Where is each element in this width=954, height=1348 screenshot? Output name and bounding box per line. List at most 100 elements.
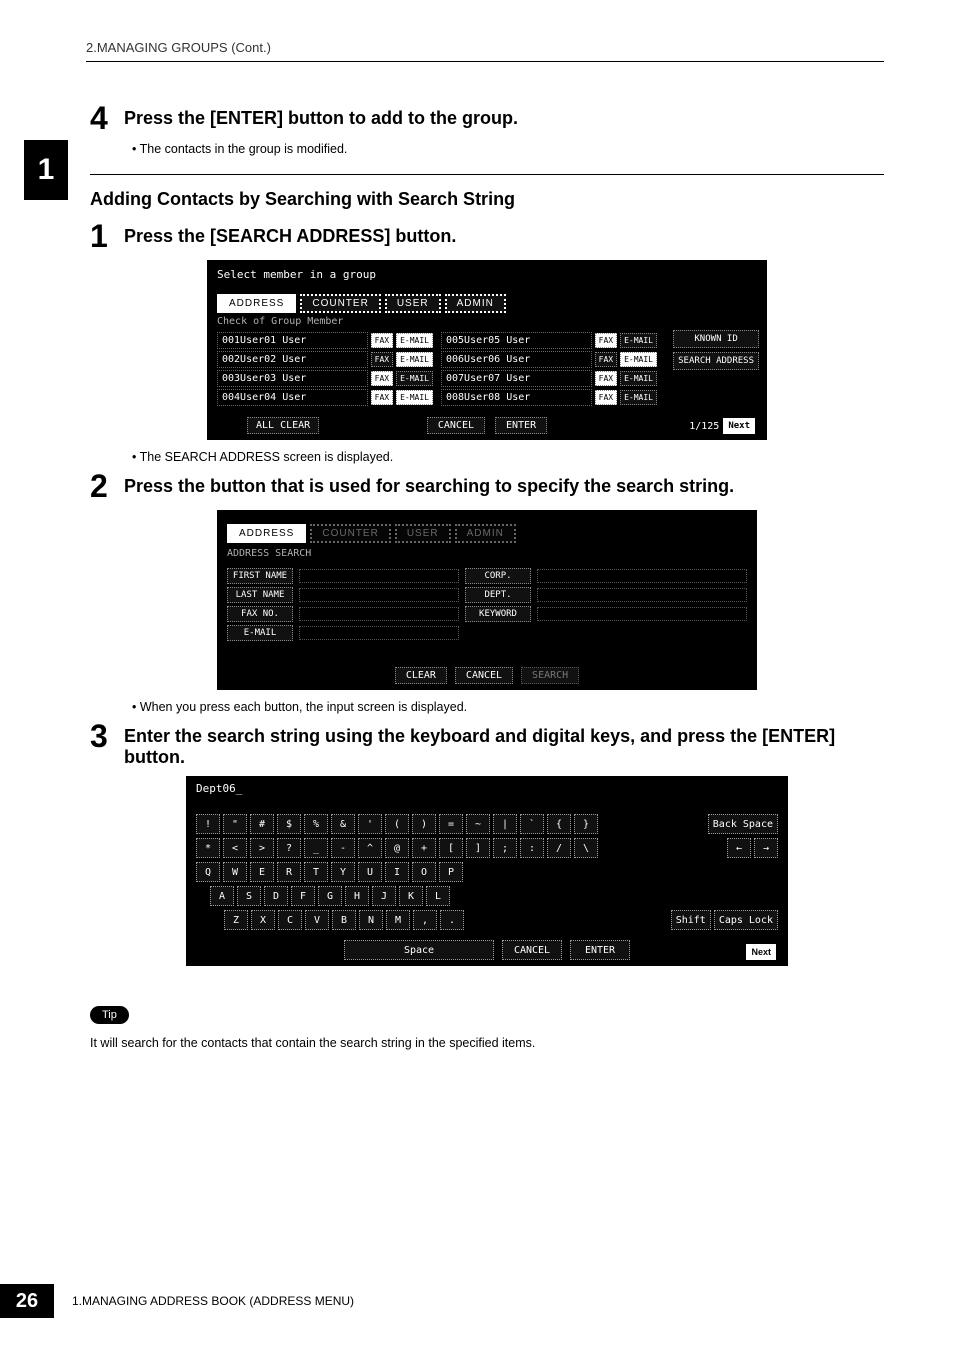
key[interactable]: } bbox=[574, 814, 598, 834]
email-field-button[interactable]: E-MAIL bbox=[227, 625, 293, 641]
key[interactable]: L bbox=[426, 886, 450, 906]
key[interactable]: I bbox=[385, 862, 409, 882]
key[interactable]: < bbox=[223, 838, 247, 858]
email-toggle[interactable]: E-MAIL bbox=[620, 371, 657, 386]
next-button[interactable]: Next bbox=[746, 944, 776, 960]
key[interactable]: R bbox=[277, 862, 301, 882]
key[interactable]: . bbox=[440, 910, 464, 930]
key[interactable]: = bbox=[439, 814, 463, 834]
key[interactable]: B bbox=[332, 910, 356, 930]
email-toggle[interactable]: E-MAIL bbox=[620, 352, 657, 367]
last-name-input[interactable] bbox=[299, 588, 459, 602]
cancel-button[interactable]: CANCEL bbox=[427, 417, 485, 434]
fax-toggle[interactable]: FAX bbox=[595, 352, 617, 367]
right-arrow-key[interactable]: → bbox=[754, 838, 778, 858]
key[interactable]: / bbox=[547, 838, 571, 858]
key[interactable]: _ bbox=[304, 838, 328, 858]
key[interactable]: X bbox=[251, 910, 275, 930]
list-item[interactable]: 006User06 UserFAXE-MAIL bbox=[441, 351, 657, 368]
key[interactable]: H bbox=[345, 886, 369, 906]
keyword-field-button[interactable]: KEYWORD bbox=[465, 606, 531, 622]
last-name-field-button[interactable]: LAST NAME bbox=[227, 587, 293, 603]
key[interactable]: F bbox=[291, 886, 315, 906]
fax-toggle[interactable]: FAX bbox=[371, 390, 393, 405]
list-item[interactable]: 003User03 UserFAXE-MAIL bbox=[217, 370, 433, 387]
cancel-button[interactable]: CANCEL bbox=[455, 667, 513, 684]
key[interactable]: A bbox=[210, 886, 234, 906]
enter-button[interactable]: ENTER bbox=[495, 417, 547, 434]
key[interactable]: ~ bbox=[466, 814, 490, 834]
key[interactable]: > bbox=[250, 838, 274, 858]
email-toggle[interactable]: E-MAIL bbox=[620, 333, 657, 348]
capslock-key[interactable]: Caps Lock bbox=[714, 910, 778, 930]
space-key[interactable]: Space bbox=[344, 940, 494, 960]
key[interactable]: , bbox=[413, 910, 437, 930]
key[interactable]: ( bbox=[385, 814, 409, 834]
list-item[interactable]: 005User05 UserFAXE-MAIL bbox=[441, 332, 657, 349]
fax-toggle[interactable]: FAX bbox=[371, 352, 393, 367]
key[interactable]: O bbox=[412, 862, 436, 882]
fax-toggle[interactable]: FAX bbox=[371, 371, 393, 386]
email-toggle[interactable]: E-MAIL bbox=[396, 352, 433, 367]
key[interactable]: C bbox=[278, 910, 302, 930]
dept-input[interactable] bbox=[537, 588, 747, 602]
key[interactable]: G bbox=[318, 886, 342, 906]
corp-input[interactable] bbox=[537, 569, 747, 583]
key[interactable]: \ bbox=[574, 838, 598, 858]
key[interactable]: D bbox=[264, 886, 288, 906]
key[interactable]: % bbox=[304, 814, 328, 834]
key[interactable]: T bbox=[304, 862, 328, 882]
key[interactable]: { bbox=[547, 814, 571, 834]
key[interactable]: E bbox=[250, 862, 274, 882]
list-item[interactable]: 001User01 UserFAXE-MAIL bbox=[217, 332, 433, 349]
left-arrow-key[interactable]: ← bbox=[727, 838, 751, 858]
search-address-button[interactable]: SEARCH ADDRESS bbox=[673, 352, 759, 370]
first-name-input[interactable] bbox=[299, 569, 459, 583]
list-item[interactable]: 004User04 UserFAXE-MAIL bbox=[217, 389, 433, 406]
fax-toggle[interactable]: FAX bbox=[595, 371, 617, 386]
key[interactable]: Q bbox=[196, 862, 220, 882]
list-item[interactable]: 008User08 UserFAXE-MAIL bbox=[441, 389, 657, 406]
enter-button[interactable]: ENTER bbox=[570, 940, 630, 960]
search-button[interactable]: SEARCH bbox=[521, 667, 579, 684]
key[interactable]: + bbox=[412, 838, 436, 858]
shift-key[interactable]: Shift bbox=[671, 910, 711, 930]
key[interactable]: ^ bbox=[358, 838, 382, 858]
fax-no-field-button[interactable]: FAX NO. bbox=[227, 606, 293, 622]
clear-button[interactable]: CLEAR bbox=[395, 667, 447, 684]
tab-admin[interactable]: ADMIN bbox=[445, 294, 506, 313]
fax-toggle[interactable]: FAX bbox=[595, 333, 617, 348]
key[interactable]: J bbox=[372, 886, 396, 906]
key[interactable]: * bbox=[196, 838, 220, 858]
email-toggle[interactable]: E-MAIL bbox=[396, 390, 433, 405]
email-input[interactable] bbox=[299, 626, 459, 640]
list-item[interactable]: 002User02 UserFAXE-MAIL bbox=[217, 351, 433, 368]
key[interactable]: U bbox=[358, 862, 382, 882]
email-toggle[interactable]: E-MAIL bbox=[396, 371, 433, 386]
key[interactable]: " bbox=[223, 814, 247, 834]
key[interactable]: ? bbox=[277, 838, 301, 858]
key[interactable]: ' bbox=[358, 814, 382, 834]
email-toggle[interactable]: E-MAIL bbox=[396, 333, 433, 348]
tab-address[interactable]: ADDRESS bbox=[217, 294, 296, 313]
key[interactable]: ; bbox=[493, 838, 517, 858]
keyword-input[interactable] bbox=[537, 607, 747, 621]
key[interactable]: S bbox=[237, 886, 261, 906]
key[interactable]: P bbox=[439, 862, 463, 882]
key[interactable]: ) bbox=[412, 814, 436, 834]
key[interactable]: M bbox=[386, 910, 410, 930]
email-toggle[interactable]: E-MAIL bbox=[620, 390, 657, 405]
corp-field-button[interactable]: CORP. bbox=[465, 568, 531, 584]
tab-address[interactable]: ADDRESS bbox=[227, 524, 306, 543]
tab-counter[interactable]: COUNTER bbox=[300, 294, 380, 313]
key[interactable]: V bbox=[305, 910, 329, 930]
key[interactable]: | bbox=[493, 814, 517, 834]
fax-toggle[interactable]: FAX bbox=[371, 333, 393, 348]
key[interactable]: - bbox=[331, 838, 355, 858]
key[interactable]: ! bbox=[196, 814, 220, 834]
backspace-key[interactable]: Back Space bbox=[708, 814, 778, 834]
key[interactable]: @ bbox=[385, 838, 409, 858]
key[interactable]: [ bbox=[439, 838, 463, 858]
fax-toggle[interactable]: FAX bbox=[595, 390, 617, 405]
key[interactable]: N bbox=[359, 910, 383, 930]
